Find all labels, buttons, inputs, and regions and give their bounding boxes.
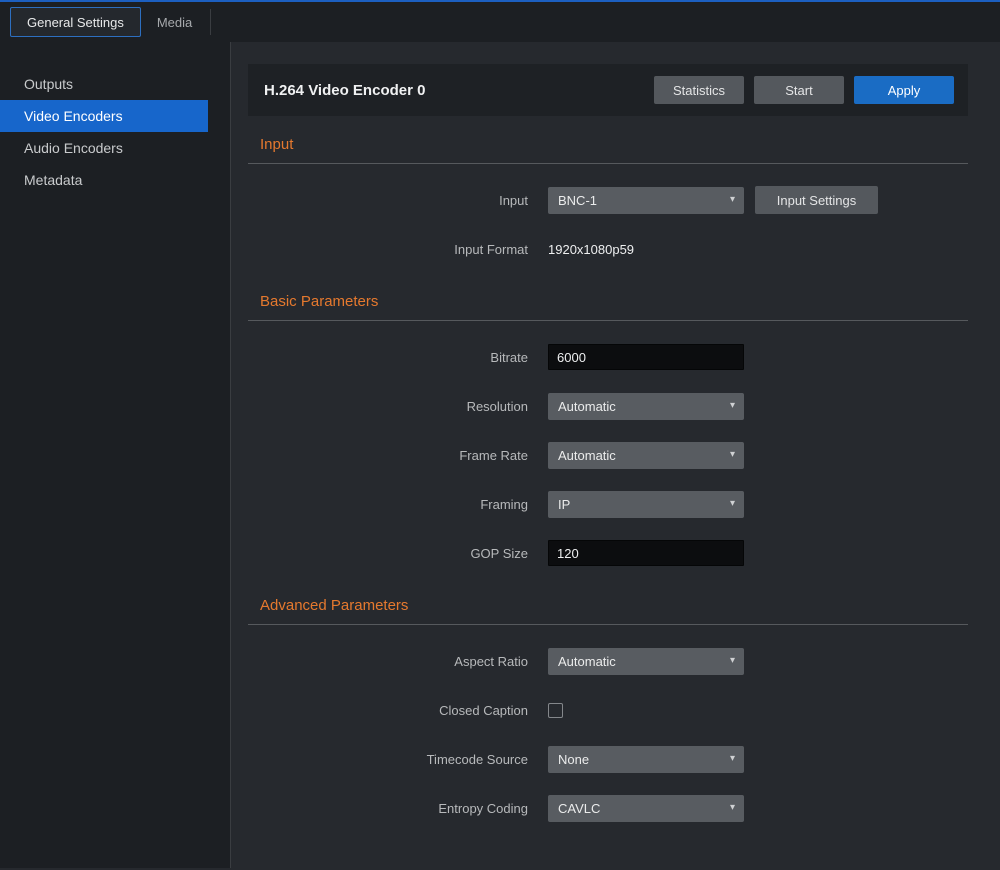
select-value: IP — [558, 497, 570, 512]
closed-caption-checkbox[interactable] — [548, 703, 563, 718]
form-row-aspect-ratio: Aspect Ratio Automatic ▾ — [248, 647, 968, 675]
statistics-button[interactable]: Statistics — [654, 76, 744, 104]
form-row-closed-caption: Closed Caption — [248, 696, 968, 724]
tab-media[interactable]: Media — [141, 7, 208, 37]
form-row-frame-rate: Frame Rate Automatic ▾ — [248, 441, 968, 469]
select-value: CAVLC — [558, 801, 600, 816]
select-value: Automatic — [558, 448, 616, 463]
form-row-gop-size: GOP Size — [248, 539, 968, 567]
field-label: Input Format — [248, 242, 548, 257]
form-row-bitrate: Bitrate — [248, 343, 968, 371]
field-label: Input — [248, 193, 548, 208]
timecode-source-select[interactable]: None ▾ — [548, 746, 744, 773]
chevron-down-icon: ▾ — [730, 803, 735, 813]
chevron-down-icon: ▾ — [730, 450, 735, 460]
sidebar: Outputs Video Encoders Audio Encoders Me… — [0, 42, 231, 868]
form-row-input: Input BNC-1 ▾ Input Settings — [248, 186, 968, 214]
field-label: Closed Caption — [248, 703, 548, 718]
page-title: H.264 Video Encoder 0 — [264, 82, 425, 99]
section-advanced-parameters: Advanced Parameters Aspect Ratio Automat… — [248, 597, 968, 822]
chevron-down-icon: ▾ — [730, 656, 735, 666]
section-title: Basic Parameters — [248, 293, 968, 321]
header-buttons: Statistics Start Apply — [654, 76, 954, 104]
frame-rate-select[interactable]: Automatic ▾ — [548, 442, 744, 469]
start-button[interactable]: Start — [754, 76, 844, 104]
sidebar-item-outputs[interactable]: Outputs — [0, 68, 208, 100]
tab-label: Media — [157, 15, 192, 30]
form-row-framing: Framing IP ▾ — [248, 490, 968, 518]
select-value: None — [558, 752, 589, 767]
form-row-input-format: Input Format 1920x1080p59 — [248, 235, 968, 263]
field-label: Resolution — [248, 399, 548, 414]
aspect-ratio-select[interactable]: Automatic ▾ — [548, 648, 744, 675]
tab-general-settings[interactable]: General Settings — [10, 7, 141, 37]
sidebar-item-video-encoders[interactable]: Video Encoders — [0, 100, 208, 132]
section-input: Input Input BNC-1 ▾ Input Settings Input… — [248, 136, 968, 263]
field-label: Entropy Coding — [248, 801, 548, 816]
field-label: GOP Size — [248, 546, 548, 561]
chevron-down-icon: ▾ — [730, 401, 735, 411]
apply-button[interactable]: Apply — [854, 76, 954, 104]
chevron-down-icon: ▾ — [730, 195, 735, 205]
gop-size-input[interactable] — [548, 540, 744, 566]
select-value: Automatic — [558, 654, 616, 669]
form-row-resolution: Resolution Automatic ▾ — [248, 392, 968, 420]
tab-separator — [210, 9, 211, 35]
field-label: Aspect Ratio — [248, 654, 548, 669]
input-format-value: 1920x1080p59 — [548, 242, 634, 257]
field-label: Bitrate — [248, 350, 548, 365]
form-row-entropy-coding: Entropy Coding CAVLC ▾ — [248, 794, 968, 822]
chevron-down-icon: ▾ — [730, 754, 735, 764]
main-content: H.264 Video Encoder 0 Statistics Start A… — [231, 42, 1000, 868]
resolution-select[interactable]: Automatic ▾ — [548, 393, 744, 420]
section-title: Input — [248, 136, 968, 164]
page-layout: Outputs Video Encoders Audio Encoders Me… — [0, 42, 1000, 868]
section-title: Advanced Parameters — [248, 597, 968, 625]
tab-label: General Settings — [27, 15, 124, 30]
form-row-timecode-source: Timecode Source None ▾ — [248, 745, 968, 773]
encoder-panel-header: H.264 Video Encoder 0 Statistics Start A… — [248, 64, 968, 116]
input-select[interactable]: BNC-1 ▾ — [548, 187, 744, 214]
entropy-coding-select[interactable]: CAVLC ▾ — [548, 795, 744, 822]
select-value: BNC-1 — [558, 193, 597, 208]
sidebar-item-metadata[interactable]: Metadata — [0, 164, 208, 196]
top-tab-bar: General Settings Media — [0, 0, 1000, 42]
input-settings-button[interactable]: Input Settings — [755, 186, 878, 214]
section-basic-parameters: Basic Parameters Bitrate Resolution Auto… — [248, 293, 968, 567]
bitrate-input[interactable] — [548, 344, 744, 370]
chevron-down-icon: ▾ — [730, 499, 735, 509]
field-label: Frame Rate — [248, 448, 548, 463]
select-value: Automatic — [558, 399, 616, 414]
field-label: Framing — [248, 497, 548, 512]
framing-select[interactable]: IP ▾ — [548, 491, 744, 518]
field-label: Timecode Source — [248, 752, 548, 767]
sidebar-item-audio-encoders[interactable]: Audio Encoders — [0, 132, 208, 164]
